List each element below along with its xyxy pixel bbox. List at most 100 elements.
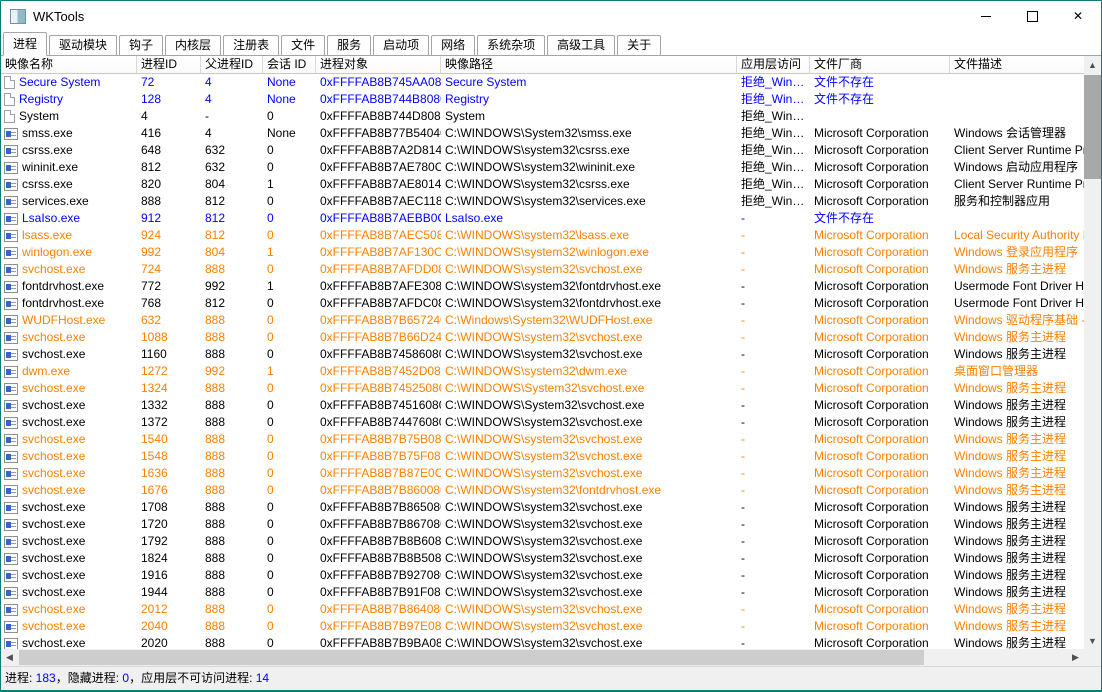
tab-services[interactable]: 服务 xyxy=(327,35,371,55)
document-icon xyxy=(4,76,15,89)
table-row[interactable]: svchost.exe154088800xFFFFAB8B7B75B080C:\… xyxy=(1,431,1084,448)
table-row[interactable]: svchost.exe167688800xFFFFAB8B7B860080C:\… xyxy=(1,482,1084,499)
table-row[interactable]: svchost.exe116088800xFFFFAB8B74586080C:\… xyxy=(1,346,1084,363)
table-row[interactable]: svchost.exe202088800xFFFFAB8B7B9BA080C:\… xyxy=(1,635,1084,649)
process-name: dwm.exe xyxy=(22,363,70,380)
tab-system-misc[interactable]: 系统杂项 xyxy=(477,35,545,55)
scroll-right-arrow-icon[interactable]: ▶ xyxy=(1067,649,1084,666)
column-header-pid[interactable]: 进程ID xyxy=(137,56,201,73)
vertical-scrollbar[interactable]: ▲ ▼ xyxy=(1084,56,1101,649)
column-header-session[interactable]: 会话 ID xyxy=(263,56,316,73)
table-row[interactable]: fontdrvhost.exe77299210xFFFFAB8B7AFE3080… xyxy=(1,278,1084,295)
scroll-up-arrow-icon[interactable]: ▲ xyxy=(1084,56,1101,73)
tab-driver-modules[interactable]: 驱动模块 xyxy=(49,35,117,55)
table-row[interactable]: services.exe88881200xFFFFAB8B7AEC1180C:\… xyxy=(1,193,1084,210)
cell-vendor: Microsoft Corporation xyxy=(810,533,950,550)
table-row[interactable]: svchost.exe182488800xFFFFAB8B7B8B5080C:\… xyxy=(1,550,1084,567)
process-name: svchost.exe xyxy=(22,261,85,278)
table-row[interactable]: csrss.exe64863200xFFFFAB8B7A2D8140C:\WIN… xyxy=(1,142,1084,159)
table-row[interactable]: svchost.exe154888800xFFFFAB8B7B75F080C:\… xyxy=(1,448,1084,465)
cell-object: 0xFFFFAB8B7AFDC080 xyxy=(316,295,441,312)
horizontal-scrollbar[interactable]: ◀ ▶ xyxy=(1,649,1084,666)
column-header-object[interactable]: 进程对象 xyxy=(316,56,441,73)
table-row[interactable]: System4-00xFFFFAB8B744D8080System拒绝_Win… xyxy=(1,108,1084,125)
minimize-button[interactable] xyxy=(963,1,1009,31)
cell-desc: Windows 服务主进程 xyxy=(950,618,1084,635)
cell-ppid: 804 xyxy=(201,244,263,261)
cell-object: 0xFFFFAB8B7B860080 xyxy=(316,482,441,499)
table-row[interactable]: fontdrvhost.exe76881200xFFFFAB8B7AFDC080… xyxy=(1,295,1084,312)
cell-name: svchost.exe xyxy=(1,533,137,550)
vertical-scroll-thumb[interactable] xyxy=(1084,75,1101,179)
cell-name: lsass.exe xyxy=(1,227,137,244)
tab-files[interactable]: 文件 xyxy=(281,35,325,55)
close-button[interactable]: ✕ xyxy=(1055,1,1101,31)
cell-vendor: Microsoft Corporation xyxy=(810,601,950,618)
cell-path: Secure System xyxy=(441,74,737,91)
column-header-name[interactable]: 映像名称 xyxy=(1,56,137,73)
cell-ppid: 888 xyxy=(201,567,263,584)
column-header-ppid[interactable]: 父进程ID xyxy=(201,56,263,73)
tab-processes[interactable]: 进程 xyxy=(3,32,47,56)
table-row[interactable]: svchost.exe163688800xFFFFAB8B7B87E0C0C:\… xyxy=(1,465,1084,482)
cell-session: 0 xyxy=(263,431,316,448)
table-row[interactable]: WUDFHost.exe63288800xFFFFAB8B7B657240C:\… xyxy=(1,312,1084,329)
process-name: Secure System xyxy=(19,74,100,91)
table-row[interactable]: svchost.exe179288800xFFFFAB8B7B8B6080C:\… xyxy=(1,533,1084,550)
cell-ppid: 992 xyxy=(201,278,263,295)
table-row[interactable]: svchost.exe132488800xFFFFAB8B74525080C:\… xyxy=(1,380,1084,397)
tab-network[interactable]: 网络 xyxy=(431,35,475,55)
maximize-button[interactable] xyxy=(1009,1,1055,31)
cell-vendor: Microsoft Corporation xyxy=(810,465,950,482)
cell-path: C:\WINDOWS\system32\svchost.exe xyxy=(441,567,737,584)
column-header-row: 映像名称进程ID父进程ID会话 ID进程对象映像路径应用层访问文件厂商文件描述 xyxy=(1,56,1084,74)
cell-ppid: 888 xyxy=(201,533,263,550)
table-row[interactable]: csrss.exe82080410xFFFFAB8B7AE80140C:\WIN… xyxy=(1,176,1084,193)
cell-pid: 820 xyxy=(137,176,201,193)
table-row[interactable]: dwm.exe127299210xFFFFAB8B7452D080C:\WIND… xyxy=(1,363,1084,380)
cell-pid: 1548 xyxy=(137,448,201,465)
process-name: svchost.exe xyxy=(22,397,85,414)
table-row[interactable]: LsaIso.exe91281200xFFFFAB8B7AEBB0C0LsaIs… xyxy=(1,210,1084,227)
tab-kernel-layer[interactable]: 内核层 xyxy=(165,35,221,55)
column-header-path[interactable]: 映像路径 xyxy=(441,56,737,73)
table-row[interactable]: Registry1284None0xFFFFAB8B744B8080Regist… xyxy=(1,91,1084,108)
table-row[interactable]: svchost.exe191688800xFFFFAB8B7B927080C:\… xyxy=(1,567,1084,584)
cell-path: C:\WINDOWS\system32\csrss.exe xyxy=(441,142,737,159)
cell-ppid: 888 xyxy=(201,584,263,601)
table-row[interactable]: Secure System724None0xFFFFAB8B745AA080Se… xyxy=(1,74,1084,91)
table-row[interactable]: svchost.exe72488800xFFFFAB8B7AFDD080C:\W… xyxy=(1,261,1084,278)
document-icon xyxy=(4,110,15,123)
tab-registry[interactable]: 注册表 xyxy=(223,35,279,55)
table-row[interactable]: svchost.exe172088800xFFFFAB8B7B867080C:\… xyxy=(1,516,1084,533)
cell-access: 拒绝_Win… xyxy=(737,108,810,125)
tab-about[interactable]: 关于 xyxy=(617,35,661,55)
executable-icon xyxy=(4,502,18,514)
cell-session: 0 xyxy=(263,414,316,431)
table-row[interactable]: svchost.exe170888800xFFFFAB8B7B865080C:\… xyxy=(1,499,1084,516)
table-row[interactable]: svchost.exe194488800xFFFFAB8B7B91F080C:\… xyxy=(1,584,1084,601)
tab-startup-items[interactable]: 启动项 xyxy=(373,35,429,55)
table-row[interactable]: svchost.exe204088800xFFFFAB8B7B97E080C:\… xyxy=(1,618,1084,635)
table-row[interactable]: svchost.exe133288800xFFFFAB8B74516080C:\… xyxy=(1,397,1084,414)
table-row[interactable]: smss.exe4164None0xFFFFAB8B77B54040C:\WIN… xyxy=(1,125,1084,142)
horizontal-scroll-thumb[interactable] xyxy=(19,650,924,665)
column-header-desc[interactable]: 文件描述 xyxy=(950,56,1084,73)
tab-advanced-tools[interactable]: 高级工具 xyxy=(547,35,615,55)
table-row[interactable]: svchost.exe108888800xFFFFAB8B7B66D240C:\… xyxy=(1,329,1084,346)
column-header-access[interactable]: 应用层访问 xyxy=(737,56,810,73)
table-row[interactable]: lsass.exe92481200xFFFFAB8B7AEC5080C:\WIN… xyxy=(1,227,1084,244)
table-row[interactable]: winlogon.exe99280410xFFFFAB8B7AF130C0C:\… xyxy=(1,244,1084,261)
status-value: 14 xyxy=(256,671,269,685)
cell-desc: Windows 服务主进程 xyxy=(950,448,1084,465)
column-header-vendor[interactable]: 文件厂商 xyxy=(810,56,950,73)
cell-object: 0xFFFFAB8B744B8080 xyxy=(316,91,441,108)
scroll-left-arrow-icon[interactable]: ◀ xyxy=(1,649,18,666)
table-row[interactable]: wininit.exe81263200xFFFFAB8B7AE780C0C:\W… xyxy=(1,159,1084,176)
tab-hooks[interactable]: 钩子 xyxy=(119,35,163,55)
table-row[interactable]: svchost.exe137288800xFFFFAB8B74476080C:\… xyxy=(1,414,1084,431)
scroll-down-arrow-icon[interactable]: ▼ xyxy=(1084,632,1101,649)
table-row[interactable]: svchost.exe201288800xFFFFAB8B7B864080C:\… xyxy=(1,601,1084,618)
process-name: svchost.exe xyxy=(22,431,85,448)
cell-vendor: Microsoft Corporation xyxy=(810,550,950,567)
